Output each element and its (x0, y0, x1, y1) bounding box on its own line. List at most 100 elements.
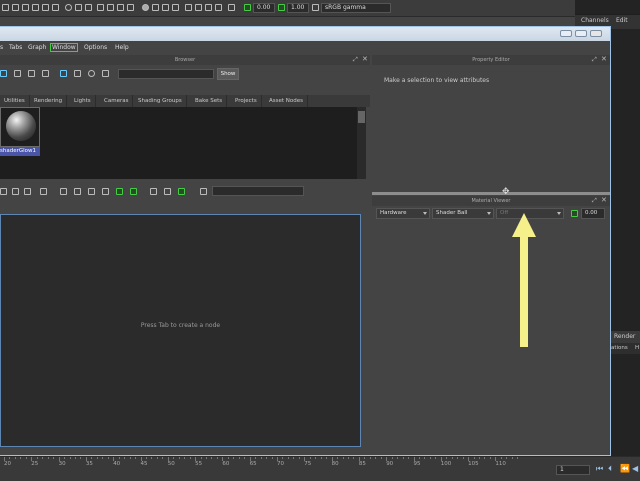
tab-rendering[interactable]: Rendering (30, 95, 68, 107)
mode-label: Off (500, 210, 509, 216)
float-icon[interactable]: ⤢ (592, 197, 597, 205)
window-titlebar[interactable] (0, 27, 610, 41)
layout-icon[interactable] (60, 188, 67, 195)
step-back-icon[interactable]: ⏴ (608, 464, 612, 474)
gamma-icon[interactable] (278, 4, 285, 11)
render-tab[interactable]: Render (614, 333, 635, 340)
go-to-start-icon[interactable]: ⏮ (596, 464, 603, 474)
tab-lights[interactable]: Lights (70, 95, 96, 107)
toolbar-icon[interactable] (205, 4, 212, 11)
graph-icon[interactable] (24, 188, 31, 195)
show-button[interactable]: Show (217, 68, 239, 80)
toolbar-icon[interactable] (152, 4, 159, 11)
view-transform-icon[interactable] (312, 4, 319, 11)
browser-title: Browser (174, 57, 196, 63)
bookmark-icon[interactable] (178, 188, 185, 195)
graph-icon[interactable] (0, 188, 7, 195)
close-icon[interactable]: ✕ (362, 55, 368, 63)
channels-tab[interactable]: Channels (581, 17, 609, 24)
browser-search-input[interactable] (118, 69, 214, 79)
float-icon[interactable]: ⤢ (592, 56, 597, 64)
exposure-icon[interactable] (244, 4, 251, 11)
colorspace-dropdown[interactable]: sRGB gamma (321, 3, 391, 13)
toolbar-icon[interactable] (32, 4, 39, 11)
sort-type-icon[interactable] (74, 70, 81, 77)
layout-icon[interactable] (74, 188, 81, 195)
graph-icon[interactable] (40, 188, 47, 195)
time-slider[interactable]: 20 25 30 35 40 45 50 55 60 65 70 75 80 85 90 95 100 105 11… (0, 456, 640, 481)
timeline-minor-tick (397, 457, 399, 459)
refresh-icon[interactable] (88, 70, 95, 77)
toolbar-icon[interactable] (117, 4, 124, 11)
layout-icon[interactable] (102, 188, 109, 195)
grid-icon[interactable] (97, 4, 104, 11)
toolbar-icon[interactable] (228, 4, 235, 11)
exposure-field[interactable]: 0.00 (253, 3, 275, 13)
search-icon[interactable] (164, 188, 171, 195)
tab-utilities[interactable]: Utilities (0, 95, 30, 107)
menu-graph[interactable]: Graph (28, 44, 46, 51)
play-back-icon[interactable]: ◀ (632, 464, 638, 473)
node-search-input[interactable] (212, 186, 304, 196)
toolbar-icon[interactable] (52, 4, 59, 11)
icon-view-icon[interactable] (0, 70, 7, 77)
toolbar-icon[interactable] (2, 4, 9, 11)
frame-selected-icon[interactable] (130, 188, 137, 195)
toolbar-icon[interactable] (127, 4, 134, 11)
camera-icon[interactable] (65, 4, 72, 11)
renderer-dropdown[interactable]: Hardware (376, 208, 430, 219)
geometry-dropdown[interactable]: Shader Ball (432, 208, 494, 219)
float-icon[interactable]: ⤢ (353, 56, 358, 64)
current-frame-field[interactable]: 1 (556, 465, 590, 475)
menu-options[interactable]: Options (84, 44, 107, 51)
exposure-icon[interactable] (571, 210, 578, 217)
menu-tabs[interactable]: Tabs (9, 44, 22, 51)
tab-asset-nodes[interactable]: Asset Nodes (265, 95, 309, 107)
toolbar-icon[interactable] (162, 4, 169, 11)
h-tab[interactable]: H (635, 345, 639, 351)
list-view-icon[interactable] (14, 70, 21, 77)
minimize-button[interactable] (560, 30, 572, 37)
toolbar-icon[interactable] (215, 4, 222, 11)
tab-projects[interactable]: Projects (231, 95, 262, 107)
toolbar-icon[interactable] (22, 4, 29, 11)
node-editor-canvas[interactable]: Press Tab to create a node (0, 214, 361, 447)
toolbar-icon[interactable] (85, 4, 92, 11)
sort-name-icon[interactable] (60, 70, 67, 77)
filter-icon[interactable] (102, 70, 109, 77)
frame-all-icon[interactable] (116, 188, 123, 195)
browser-scrollbar[interactable] (357, 107, 366, 179)
prev-key-icon[interactable]: ⏪ (620, 464, 630, 473)
grid-toggle-icon[interactable] (150, 188, 157, 195)
exposure-field[interactable]: 0.00 (581, 208, 605, 219)
operations-tab[interactable]: ations (611, 345, 628, 351)
shading-icon[interactable] (142, 4, 149, 11)
toolbar-icon[interactable] (195, 4, 202, 11)
maximize-button[interactable] (575, 30, 587, 37)
toolbar-icon[interactable] (75, 4, 82, 11)
gamma-field[interactable]: 1.00 (287, 3, 309, 13)
material-swatch[interactable] (0, 107, 40, 147)
graph-icon[interactable] (12, 188, 19, 195)
close-button[interactable] (590, 30, 602, 37)
menu-window[interactable]: Window (50, 43, 78, 52)
tab-cameras[interactable]: Cameras (100, 95, 134, 107)
toolbar-icon[interactable] (12, 4, 19, 11)
toolbar-icon[interactable] (185, 4, 192, 11)
toolbar-icon[interactable] (107, 4, 114, 11)
toolbar-icon[interactable] (200, 188, 207, 195)
grid-view-icon[interactable] (28, 70, 35, 77)
edit-tab[interactable]: Edit (616, 17, 628, 24)
close-icon[interactable]: ✕ (601, 196, 607, 204)
toolbar-icon[interactable] (172, 4, 179, 11)
toolbar-icon[interactable] (42, 4, 49, 11)
sort-icon[interactable] (42, 70, 49, 77)
layout-icon[interactable] (88, 188, 95, 195)
tab-shading-groups[interactable]: Shading Groups (134, 95, 187, 107)
menu-item[interactable]: s (0, 44, 3, 51)
scroll-thumb[interactable] (358, 111, 365, 123)
menu-help[interactable]: Help (115, 44, 129, 51)
panel-splitter[interactable] (372, 192, 610, 195)
tab-bake-sets[interactable]: Bake Sets (191, 95, 228, 107)
close-icon[interactable]: ✕ (601, 55, 607, 63)
